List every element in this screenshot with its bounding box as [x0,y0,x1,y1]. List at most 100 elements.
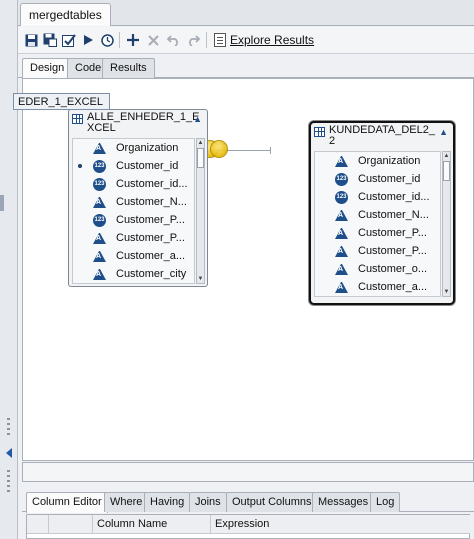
column-row[interactable]: 123 Customer_id [73,157,194,175]
column-row[interactable]: 123 Customer_id... [315,188,440,206]
redo-icon[interactable] [184,31,202,49]
table-title-line2: 2 [329,135,336,147]
tab-results[interactable]: Results [102,58,155,78]
column-name: Organization [358,155,421,167]
column-name: Customer_P... [358,245,427,257]
column-editor-table[interactable]: Column Name Expression [26,514,470,539]
delete-icon[interactable] [144,31,162,49]
column-list-scrollbar[interactable]: ▲ ▼ [196,138,205,284]
table-title-line1: KUNDEDATA_DEL2_ [329,124,435,136]
numeric-column-icon: 123 [93,159,106,173]
column-list-scrollbar[interactable]: ▲ ▼ [442,151,451,297]
explore-results-label: Explore Results [230,33,315,47]
column-name: Customer_a... [358,281,428,293]
column-row[interactable]: 123 Customer_P... [73,211,194,229]
column-row[interactable]: Customer_city [73,265,194,283]
explore-results-button[interactable]: Explore Results [214,30,314,50]
row-header-column [27,515,49,534]
column-name: Customer_o... [358,263,428,275]
properties-tab-bar: Column Editor Where Having Joins Output … [22,490,474,513]
canvas-status-area [22,462,474,482]
column-row[interactable]: Customer_a... [73,247,194,265]
column-row[interactable]: 123 Customer_id... [73,175,194,193]
column-name: Customer_P... [116,232,185,244]
character-column-icon [335,227,348,239]
column-header-expression[interactable]: Expression [211,515,470,534]
column-list[interactable]: Organization 123 Customer_id 123 Customer_id… [72,138,195,284]
scroll-down-icon[interactable]: ▼ [443,288,450,296]
column-name: Customer_id [116,160,179,172]
column-name: Customer_id... [358,191,430,203]
table-header[interactable]: KUNDEDATA_DEL2_ 2 ▲ [311,123,453,149]
column-row[interactable]: Customer_a... [315,278,440,296]
table-kundedata[interactable]: KUNDEDATA_DEL2_ 2 ▲ Organization 123 Custo… [309,121,455,305]
column-row[interactable]: 123 Customer_id [315,170,440,188]
query-design-canvas[interactable]: ALLE_ENHEDER_1_E XCEL ▲ Organization 123 C… [22,78,474,461]
collapse-left-icon[interactable] [6,448,12,458]
document-tab-bar: mergedtables [18,0,474,26]
numeric-column-icon: 123 [93,213,106,227]
save-as-icon[interactable] [41,31,59,49]
table-header[interactable]: ALLE_ENHEDER_1_E XCEL ▲ [69,110,207,136]
undo-icon[interactable] [164,31,182,49]
tab-design[interactable]: Design [22,58,73,79]
column-name: Customer_N... [358,209,429,221]
tab-column-editor[interactable]: Column Editor [26,492,108,513]
toolbar-separator [119,32,120,48]
column-header-column-name[interactable]: Column Name [93,515,211,534]
numeric-column-icon: 123 [93,177,106,191]
splitter-grip[interactable] [7,418,10,436]
canvas-table-label[interactable]: EDER_1_EXCEL [13,93,110,110]
toolbar: Explore Results [18,27,474,54]
scroll-down-icon[interactable]: ▼ [197,275,204,283]
collapse-caret-icon[interactable]: ▲ [439,127,448,138]
column-row[interactable]: Customer_P... [315,242,440,260]
scroll-thumb[interactable] [443,161,450,181]
column-row[interactable]: Customer_N... [315,206,440,224]
query-window: mergedtables Explore Results Design Code… [13,0,474,539]
collapse-caret-icon[interactable]: ▲ [193,114,202,125]
table-alle-enheder[interactable]: ALLE_ENHEDER_1_E XCEL ▲ Organization 123 C… [68,109,208,287]
tab-having[interactable]: Having [144,492,191,512]
column-row[interactable]: Customer_o... [315,260,440,278]
character-column-icon [335,209,348,221]
character-column-icon [335,245,348,257]
column-name: Customer_N... [116,196,187,208]
column-name: Customer_id [358,173,421,185]
tab-output-columns[interactable]: Output Columns [226,492,318,512]
scroll-up-icon[interactable]: ▲ [197,139,204,147]
validate-icon[interactable] [60,31,78,49]
column-row[interactable]: Customer_N... [73,193,194,211]
run-icon[interactable] [79,31,97,49]
column-name: Customer_a... [116,250,186,262]
character-column-icon [93,232,106,244]
character-column-icon [93,250,106,262]
tab-joins[interactable]: Joins [189,492,227,512]
add-icon[interactable] [124,31,142,49]
character-column-icon [335,263,348,275]
scroll-thumb[interactable] [197,148,204,168]
column-row[interactable]: Organization [315,152,440,170]
splitter-grip-lower[interactable] [7,470,10,494]
document-icon [214,33,226,47]
column-list[interactable]: Organization 123 Customer_id 123 Customer_id… [314,151,441,297]
column-name: Customer_id... [116,178,188,190]
column-header-blank [49,515,93,534]
character-column-icon [335,281,348,293]
selected-bullet [75,164,85,168]
schedule-icon[interactable] [98,31,116,49]
column-name: Customer_city [116,268,187,280]
save-icon[interactable] [22,31,40,49]
column-row[interactable]: Customer_P... [73,229,194,247]
scroll-up-icon[interactable]: ▲ [443,152,450,160]
column-row[interactable]: Customer_P... [315,224,440,242]
numeric-column-icon: 123 [335,172,348,186]
tab-where[interactable]: Where [104,492,149,512]
tab-log[interactable]: Log [370,492,401,512]
column-row[interactable]: Organization [73,139,194,157]
table-grid-icon [314,127,325,137]
tab-messages[interactable]: Messages [312,492,375,512]
left-collapsed-panel [0,0,18,539]
document-tab-mergedtables[interactable]: mergedtables [20,3,111,26]
numeric-column-icon: 123 [335,190,348,204]
